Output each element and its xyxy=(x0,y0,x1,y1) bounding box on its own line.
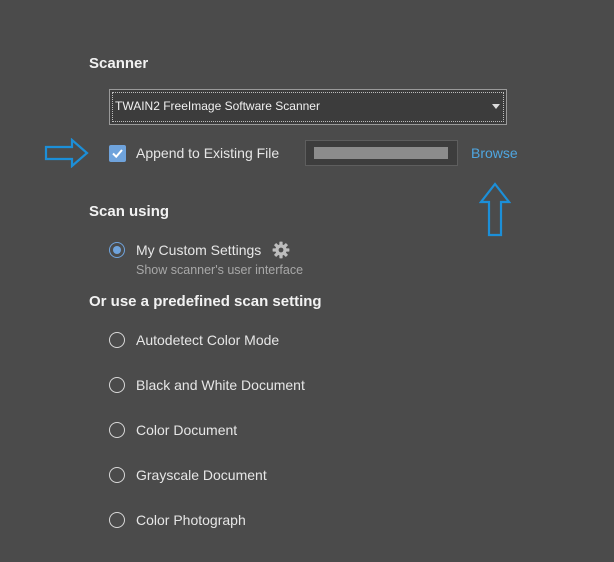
checkmark-icon xyxy=(112,149,123,159)
grayscale-document-label[interactable]: Grayscale Document xyxy=(136,467,267,483)
scanner-select-value: TWAIN2 FreeImage Software Scanner xyxy=(115,99,320,113)
file-path-redacted xyxy=(314,147,448,159)
scan-using-heading: Scan using xyxy=(89,203,170,220)
radio-selected-dot xyxy=(113,246,121,254)
color-photograph-radio[interactable] xyxy=(109,512,125,528)
autodetect-color-label[interactable]: Autodetect Color Mode xyxy=(136,332,279,348)
black-white-document-label[interactable]: Black and White Document xyxy=(136,377,305,393)
grayscale-document-radio[interactable] xyxy=(109,467,125,483)
color-document-radio[interactable] xyxy=(109,422,125,438)
chevron-down-icon[interactable] xyxy=(492,104,500,109)
color-photograph-label[interactable]: Color Photograph xyxy=(136,512,246,528)
custom-settings-sublabel: Show scanner's user interface xyxy=(136,263,304,277)
autodetect-color-radio[interactable] xyxy=(109,332,125,348)
file-path-field[interactable] xyxy=(305,140,458,166)
browse-link[interactable]: Browse xyxy=(471,145,518,161)
scanner-select[interactable]: TWAIN2 FreeImage Software Scanner xyxy=(109,89,507,125)
scanner-heading: Scanner xyxy=(89,55,149,72)
color-document-label[interactable]: Color Document xyxy=(136,422,237,438)
predefined-heading: Or use a predefined scan setting xyxy=(89,293,322,310)
custom-settings-label[interactable]: My Custom Settings xyxy=(136,242,261,258)
custom-settings-radio[interactable] xyxy=(109,242,125,258)
arrow-up-outline-icon xyxy=(479,182,511,237)
append-checkbox[interactable] xyxy=(109,145,126,162)
arrow-right-outline-icon xyxy=(44,138,89,168)
gear-icon[interactable] xyxy=(272,241,290,259)
append-label[interactable]: Append to Existing File xyxy=(136,145,279,161)
black-white-document-radio[interactable] xyxy=(109,377,125,393)
